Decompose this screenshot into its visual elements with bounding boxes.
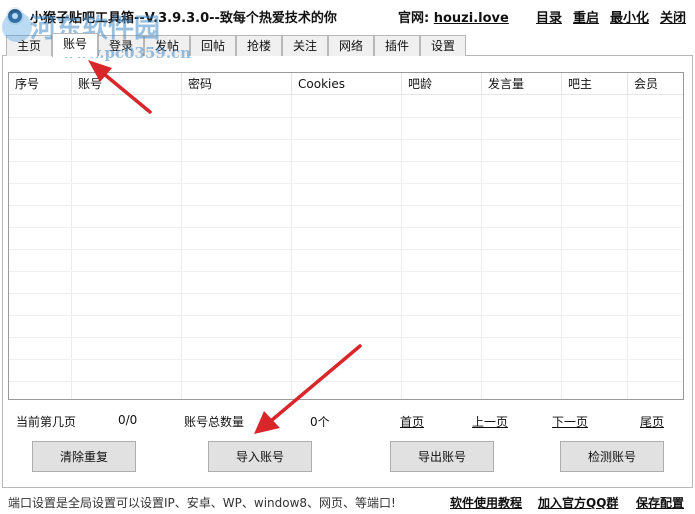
account-table[interactable]: 序号 账号 密码 Cookies 吧龄 发言量 吧主 会员 [8,72,684,400]
col-head-post-count[interactable]: 发言量 [481,73,561,95]
col-head-moderator[interactable]: 吧主 [561,73,627,95]
row-divider [9,271,683,272]
col-head-password[interactable]: 密码 [181,73,291,95]
first-page-link[interactable]: 首页 [400,413,424,430]
tab-account[interactable]: 账号 [52,33,98,57]
import-accounts-button[interactable]: 导入账号 [208,441,312,472]
official-site-label: 官网: [398,11,430,26]
tab-bar: 主页 账号 登录 发帖 回帖 抢楼 关注 网络 插件 设置 [2,33,693,57]
prev-page-link[interactable]: 上一页 [472,413,508,430]
column-divider [627,95,628,399]
tab-follow[interactable]: 关注 [282,35,328,56]
status-bar: 端口设置是全局设置可以设置IP、安卓、WP、window8、网页、等端口! 软件… [0,490,695,514]
row-divider [9,139,683,140]
tab-login[interactable]: 登录 [98,35,144,56]
tutorial-link[interactable]: 软件使用教程 [450,494,522,511]
row-divider [9,359,683,360]
column-divider [481,95,482,399]
tab-network[interactable]: 网络 [328,35,374,56]
col-head-member[interactable]: 会员 [627,73,683,95]
monkey-logo-icon [6,7,24,25]
row-divider [9,161,683,162]
row-divider [9,249,683,250]
save-config-link[interactable]: 保存配置 [636,494,684,511]
menu-directory[interactable]: 目录 [536,7,562,26]
official-site-url[interactable]: houzi.love [434,11,509,26]
check-accounts-button[interactable]: 检测账号 [560,441,664,472]
row-divider [9,117,683,118]
row-divider [9,315,683,316]
last-page-link[interactable]: 尾页 [640,413,664,430]
column-divider [71,95,72,399]
tab-plugins[interactable]: 插件 [374,35,420,56]
clear-duplicates-button[interactable]: 清除重复 [32,441,136,472]
column-divider [291,95,292,399]
window-title: 小猴子贴吧工具箱--V.3.9.3.0--致每个热爱技术的你 [30,11,337,26]
menu-minimize[interactable]: 最小化 [610,7,649,26]
menu-close[interactable]: 关闭 [660,7,686,26]
column-divider [401,95,402,399]
total-accounts-label: 账号总数量 [184,415,245,429]
row-divider [9,293,683,294]
current-page-label: 当前第几页 [16,415,77,429]
next-page-link[interactable]: 下一页 [552,413,588,430]
row-divider [9,205,683,206]
column-divider [181,95,182,399]
col-head-index[interactable]: 序号 [9,73,71,95]
menu-restart[interactable]: 重启 [573,7,599,26]
tab-home[interactable]: 主页 [6,35,52,56]
row-divider [9,337,683,338]
row-divider [9,227,683,228]
tab-settings[interactable]: 设置 [420,35,466,56]
column-divider [561,95,562,399]
tab-grab-floor[interactable]: 抢楼 [236,35,282,56]
col-head-account[interactable]: 账号 [71,73,181,95]
title-bar: 小猴子贴吧工具箱--V.3.9.3.0--致每个热爱技术的你 官网: houzi… [0,0,695,32]
tab-post[interactable]: 发帖 [144,35,190,56]
row-divider [9,381,683,382]
row-divider [9,183,683,184]
export-accounts-button[interactable]: 导出账号 [390,441,494,472]
tab-reply[interactable]: 回帖 [190,35,236,56]
col-head-cookies[interactable]: Cookies [291,73,401,95]
total-accounts-value: 0个 [310,415,330,429]
current-page-value: 0/0 [118,413,138,427]
official-site[interactable]: 官网: houzi.love [398,7,509,26]
join-qq-group-link[interactable]: 加入官方QQ群 [538,494,618,511]
col-head-forum-age[interactable]: 吧龄 [401,73,481,95]
table-header: 序号 账号 密码 Cookies 吧龄 发言量 吧主 会员 [9,73,683,95]
status-message: 端口设置是全局设置可以设置IP、安卓、WP、window8、网页、等端口! [8,496,396,510]
